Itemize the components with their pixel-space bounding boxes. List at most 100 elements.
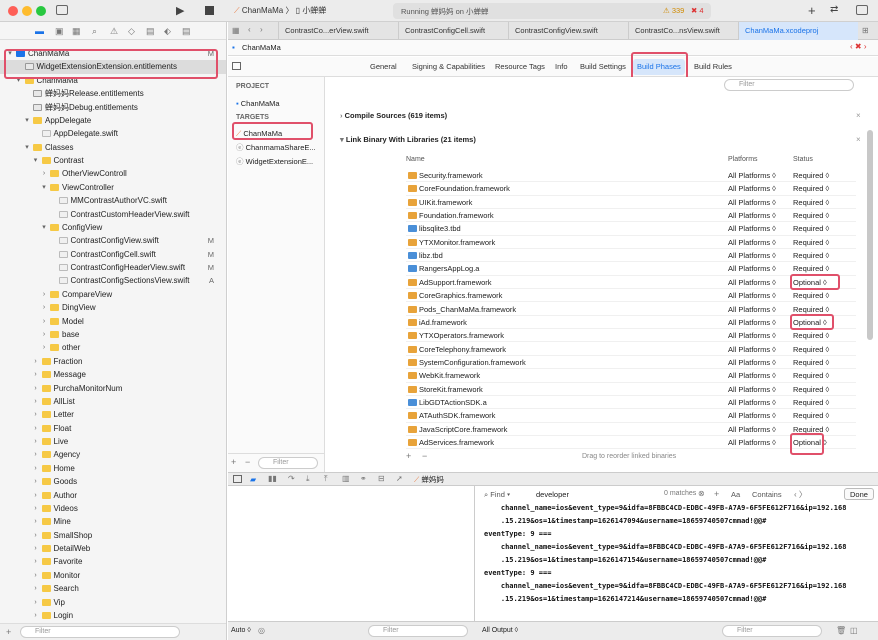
zoom-window-button[interactable] xyxy=(36,6,46,16)
disclosure-icon[interactable]: › xyxy=(32,596,40,609)
platform-select[interactable]: All Platforms ◊ xyxy=(728,369,776,382)
tab-contrast-header[interactable]: ContrastCo...erView.swift xyxy=(278,22,398,40)
add-editor-icon[interactable]: ⊞ xyxy=(862,26,869,35)
navigator-row[interactable]: ▾ ConfigView xyxy=(0,221,226,234)
library-row[interactable]: libz.tbd All Platforms ◊ Required ◊ xyxy=(406,249,856,263)
hide-debug-icon[interactable] xyxy=(233,475,242,483)
add-icon[interactable]: + xyxy=(808,3,816,18)
sidebar-toggle-icon[interactable] xyxy=(56,5,68,15)
disclosure-icon[interactable]: ▾ xyxy=(32,154,40,167)
target-share[interactable]: ⓔ ChanmamaShareE... xyxy=(236,141,324,154)
disclosure-icon[interactable]: ▾ xyxy=(40,221,48,234)
library-row[interactable]: JavaScriptCore.framework All Platforms ◊ R… xyxy=(406,423,856,436)
disclosure-icon[interactable]: › xyxy=(32,355,40,368)
debug-icon[interactable]: ▤ xyxy=(146,26,155,37)
platform-select[interactable]: All Platforms ◊ xyxy=(728,383,776,396)
find-icon[interactable]: ⌕ xyxy=(92,26,97,37)
library-row[interactable]: iAd.framework All Platforms ◊ Optional ◊ xyxy=(406,316,856,330)
disclosure-icon[interactable]: › xyxy=(32,368,40,381)
navigator-row[interactable]: › Letter xyxy=(0,408,226,421)
navigator-row[interactable]: › DingView xyxy=(0,301,226,314)
tab-general[interactable]: General xyxy=(366,59,401,75)
platform-select[interactable]: All Platforms ◊ xyxy=(728,396,776,409)
source-control-icon[interactable]: ▣ xyxy=(55,26,64,37)
report-icon[interactable]: ▤ xyxy=(182,26,191,37)
match-mode-select[interactable]: Contains xyxy=(752,490,782,499)
navigator-row[interactable]: › Model xyxy=(0,315,226,328)
disclosure-icon[interactable]: › xyxy=(40,288,48,301)
navigator-row[interactable]: › Goods xyxy=(0,475,226,488)
stop-icon[interactable] xyxy=(205,6,214,15)
disclosure-icon[interactable]: › xyxy=(32,489,40,502)
platform-select[interactable]: All Platforms ◊ xyxy=(728,423,776,436)
library-row[interactable]: libsqlite3.tbd All Platforms ◊ Required ◊ xyxy=(406,222,856,236)
tab-config-cell[interactable]: ContrastConfigCell.swift xyxy=(398,22,508,40)
step-out-icon[interactable]: ⤒ xyxy=(324,474,328,484)
navigator-row[interactable]: ContrastConfigCell.swift M xyxy=(0,248,226,261)
disclosure-icon[interactable]: › xyxy=(32,475,40,488)
close-window-button[interactable] xyxy=(8,6,18,16)
platform-select[interactable]: All Platforms ◊ xyxy=(728,249,776,262)
navigator-filter-input[interactable]: Filter xyxy=(20,626,180,638)
navigator-row[interactable]: › Videos xyxy=(0,502,226,515)
navigator-row[interactable]: › OtherViewControll xyxy=(0,167,226,180)
auto-select[interactable]: Auto ◊ xyxy=(231,627,251,634)
navigator-row[interactable]: ▾ Contrast xyxy=(0,154,226,167)
targets-filter-input[interactable]: Filter xyxy=(258,457,318,469)
navigator-row[interactable]: › DetailWeb xyxy=(0,542,226,555)
library-row[interactable]: StoreKit.framework All Platforms ◊ Require… xyxy=(406,383,856,396)
navigator-row[interactable]: › Home xyxy=(0,462,226,475)
navigator-row[interactable]: › Live xyxy=(0,435,226,448)
console-filter-input[interactable]: Filter xyxy=(722,625,822,637)
link-binary-header[interactable]: ▾ Link Binary With Libraries (21 items) xyxy=(340,135,476,144)
navigator-row[interactable]: ContrastConfigView.swift M xyxy=(0,234,226,247)
platform-select[interactable]: All Platforms ◊ xyxy=(728,196,776,209)
issue-icon[interactable]: ⚠ xyxy=(110,26,118,37)
library-row[interactable]: WebKit.framework All Platforms ◊ Required … xyxy=(406,369,856,383)
symbol-icon[interactable]: ▦ xyxy=(72,26,81,37)
tab-xcodeproj[interactable]: ChanMaMa.xcodeproj xyxy=(738,22,858,40)
disclosure-icon[interactable]: › xyxy=(32,555,40,568)
back-icon[interactable]: ‹ xyxy=(248,25,251,34)
platform-select[interactable]: All Platforms ◊ xyxy=(728,343,776,356)
status-select[interactable]: Required ◊ xyxy=(793,182,829,195)
platform-select[interactable]: All Platforms ◊ xyxy=(728,222,776,235)
navigator-row[interactable]: ▾ Classes xyxy=(0,141,226,154)
scrollbar-thumb[interactable] xyxy=(867,130,873,340)
environment-icon[interactable]: ⊟ xyxy=(378,474,385,483)
navigator-row[interactable]: › Monitor xyxy=(0,569,226,582)
find-prev-next-icon[interactable]: ‹ 〉 xyxy=(794,489,807,500)
disclosure-icon[interactable]: › xyxy=(32,542,40,555)
console[interactable]: channel_name=ios&event_type=9&idfa=8FBBC… xyxy=(476,486,878,621)
eye-icon[interactable]: ◎ xyxy=(258,626,265,635)
library-row[interactable]: AdServices.framework All Platforms ◊ Optio… xyxy=(406,436,856,450)
status-select[interactable]: Required ◊ xyxy=(793,356,829,369)
library-row[interactable]: AdSupport.framework All Platforms ◊ Option… xyxy=(406,276,856,290)
tab-build-rules[interactable]: Build Rules xyxy=(690,59,736,75)
warning-icon[interactable]: ⚠ 339 xyxy=(663,6,684,15)
tab-build-settings[interactable]: Build Settings xyxy=(576,59,630,75)
navigator-row[interactable]: › Message xyxy=(0,368,226,381)
navigator-row[interactable]: ContrastConfigHeaderView.swift M xyxy=(0,261,226,274)
status-select[interactable]: Required ◊ xyxy=(793,409,829,422)
library-row[interactable]: CoreFoundation.framework All Platforms ◊ R… xyxy=(406,182,856,196)
navigator-row[interactable]: › Favorite xyxy=(0,555,226,568)
project-item[interactable]: ▪ ChanMaMa xyxy=(236,97,324,110)
navigator-row[interactable]: › Mine xyxy=(0,515,226,528)
remove-phase-icon[interactable]: × xyxy=(856,111,861,120)
library-row[interactable]: UIKit.framework All Platforms ◊ Required ◊ xyxy=(406,196,856,209)
navigator-row[interactable]: ContrastCustomHeaderView.swift xyxy=(0,208,226,221)
disclosure-icon[interactable]: › xyxy=(32,408,40,421)
tab-resource-tags[interactable]: Resource Tags xyxy=(491,59,549,75)
disclosure-icon[interactable]: › xyxy=(32,569,40,582)
tab-config-sections[interactable]: ContrastCo...nsView.swift xyxy=(628,22,738,40)
navigator-row[interactable]: MMContrastAuthorVC.swift xyxy=(0,194,226,207)
navigator-row[interactable]: ▾ AppDelegate xyxy=(0,114,226,127)
navigator-row[interactable]: › Search xyxy=(0,582,226,595)
platform-select[interactable]: All Platforms ◊ xyxy=(728,316,776,329)
status-select[interactable]: Required ◊ xyxy=(793,396,829,409)
library-row[interactable]: RangersAppLog.a All Platforms ◊ Required ◊ xyxy=(406,262,856,276)
navigator-row[interactable]: › AllList xyxy=(0,395,226,408)
library-row[interactable]: Security.framework All Platforms ◊ Require… xyxy=(406,169,856,183)
run-icon[interactable]: ▶ xyxy=(176,4,184,17)
